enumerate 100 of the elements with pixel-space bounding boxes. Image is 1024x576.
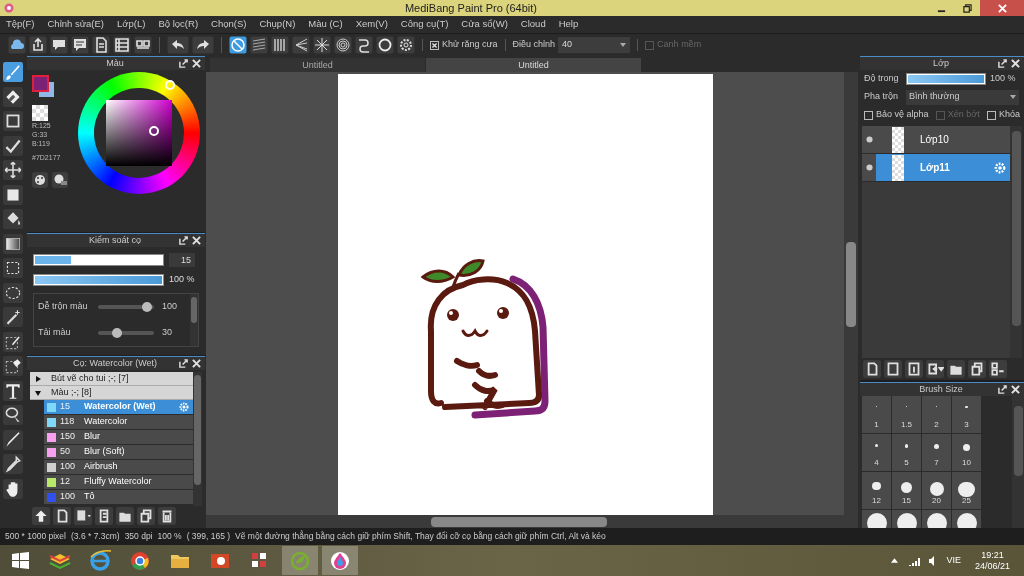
palette-add-icon[interactable] <box>52 171 68 188</box>
gradient-square-icon[interactable] <box>3 233 23 254</box>
brush-size-cell[interactable]: 20 <box>922 472 951 509</box>
text-icon[interactable] <box>3 380 23 401</box>
brush-size-cell[interactable] <box>862 510 891 530</box>
brush-row[interactable]: 150 Blur <box>44 430 193 445</box>
brush-size-bar[interactable] <box>33 254 164 266</box>
vanishing-point-icon[interactable] <box>292 36 310 54</box>
filled-square-icon[interactable] <box>3 184 23 205</box>
move-arrows-icon[interactable] <box>3 160 23 180</box>
brush-size-cell[interactable]: 5 <box>892 434 921 471</box>
radial-lines-icon[interactable] <box>313 36 331 54</box>
scrollbar[interactable] <box>1012 396 1024 530</box>
visibility-dot-icon[interactable] <box>865 164 873 171</box>
slider-thumb[interactable] <box>141 301 152 312</box>
brush-size-cell[interactable]: 12 <box>862 472 891 509</box>
panels-icon[interactable] <box>134 36 152 54</box>
brush-size-cell[interactable]: 4 <box>862 434 891 471</box>
color-drop-icon[interactable] <box>321 545 359 576</box>
redo-icon[interactable] <box>192 36 214 54</box>
paint-bucket-icon[interactable] <box>3 209 23 229</box>
restore-icon[interactable] <box>962 3 972 13</box>
menu-item[interactable]: Chỉnh sửa(E) <box>47 17 105 32</box>
clock-time[interactable]: 19:21 <box>981 549 1004 561</box>
selection-eraser-icon[interactable] <box>3 356 23 376</box>
concentric-circles-icon[interactable] <box>334 36 352 54</box>
brush-row[interactable]: 50 Blur (Soft) <box>44 445 193 460</box>
brush-size-cell[interactable]: 7 <box>922 434 951 471</box>
vertical-scrollbar[interactable] <box>844 72 858 515</box>
copy-dropdown-icon[interactable] <box>74 507 92 525</box>
vertical-lines-icon[interactable] <box>271 36 289 54</box>
brush-group-row[interactable]: Màu ;-; [8] <box>30 386 193 400</box>
brush-size-cell[interactable] <box>952 510 981 530</box>
close-icon[interactable] <box>1011 59 1020 68</box>
adjust-dropdown[interactable]: 40 <box>558 37 631 53</box>
option-checkbox[interactable] <box>986 110 996 120</box>
new-document-icon[interactable] <box>53 507 71 525</box>
brush-size-cell[interactable]: 2 <box>922 396 951 433</box>
no-snap-icon[interactable] <box>229 36 247 54</box>
square-outline-icon[interactable] <box>3 111 23 131</box>
undo-icon[interactable] <box>167 36 189 54</box>
pop-out-icon[interactable] <box>179 236 188 245</box>
eyedropper-icon[interactable] <box>3 454 23 474</box>
slider[interactable] <box>98 327 154 338</box>
brush-icon[interactable] <box>3 62 23 82</box>
cloud-icon[interactable] <box>8 36 26 54</box>
menu-item[interactable]: Lớp(L) <box>117 17 146 32</box>
hue-handle[interactable] <box>165 80 175 90</box>
curve-icon[interactable] <box>355 36 373 54</box>
selection-pen-icon[interactable] <box>3 331 23 352</box>
new-layer-icon[interactable] <box>863 360 881 378</box>
share-icon[interactable] <box>29 36 47 54</box>
brush-row[interactable]: 100 Tô <box>44 490 193 505</box>
brush-size-cell[interactable]: 3 <box>952 396 981 433</box>
gear-icon[interactable] <box>994 161 1006 174</box>
brush-size-cell[interactable]: 1.5 <box>892 396 921 433</box>
settings-icon[interactable] <box>397 36 415 54</box>
slider[interactable] <box>98 301 154 312</box>
brush-size-cell[interactable]: 1 <box>862 396 891 433</box>
dashed-square-icon[interactable] <box>3 258 23 278</box>
list-icon[interactable] <box>113 36 131 54</box>
transparent-swatch[interactable] <box>32 105 48 121</box>
show-hidden-icons-icon[interactable] <box>891 558 899 563</box>
layer-settings-icon[interactable] <box>989 360 1007 378</box>
signal-bars-icon[interactable] <box>908 555 923 566</box>
menu-item[interactable]: Công cụ(T) <box>400 17 449 32</box>
speech-bubble-icon[interactable] <box>50 36 68 54</box>
palette-icon[interactable] <box>32 171 48 188</box>
clock-date[interactable]: 24/06/21 <box>974 560 1010 572</box>
layer-8-icon[interactable] <box>884 360 902 378</box>
duplicate-icon[interactable] <box>137 507 155 525</box>
blend-dropdown[interactable]: Bình thường <box>906 89 1019 105</box>
folder-icon[interactable] <box>116 507 134 525</box>
menu-item[interactable]: Chọn(S) <box>211 17 247 32</box>
menu-item[interactable]: Help <box>558 17 579 32</box>
pop-out-icon[interactable] <box>998 59 1007 68</box>
magic-wand-icon[interactable] <box>3 307 23 327</box>
brush-row[interactable]: 100 Airbrush <box>44 460 193 475</box>
pop-out-icon[interactable] <box>179 59 188 68</box>
scrollbar[interactable] <box>1010 126 1022 358</box>
brush-group-row[interactable]: Bút vẽ cho tui ;-; [7] <box>30 372 193 386</box>
folder-icon[interactable] <box>947 360 965 378</box>
pop-out-icon[interactable] <box>998 385 1007 394</box>
menu-item[interactable]: Bộ lọc(R) <box>158 17 199 32</box>
menu-item[interactable]: Cloud <box>520 17 546 32</box>
duplicate-icon[interactable] <box>968 360 986 378</box>
brush-size-cell[interactable]: 25 <box>952 472 981 509</box>
slider-thumb[interactable] <box>111 327 122 338</box>
layer-1-icon[interactable] <box>905 360 923 378</box>
close-icon[interactable] <box>192 59 201 68</box>
scrollbar[interactable] <box>190 293 198 346</box>
expanded-triangle-icon[interactable] <box>35 389 41 396</box>
close-icon[interactable] <box>1011 385 1020 394</box>
brush-row[interactable]: 118 Watercolor <box>44 415 193 430</box>
trash-icon[interactable] <box>158 507 176 525</box>
add-layer-dropdown-icon[interactable] <box>926 360 944 378</box>
pop-out-icon[interactable] <box>179 359 188 368</box>
brush-size-cell[interactable] <box>892 510 921 530</box>
upload-icon[interactable] <box>32 507 50 525</box>
script-document-icon[interactable] <box>95 507 113 525</box>
